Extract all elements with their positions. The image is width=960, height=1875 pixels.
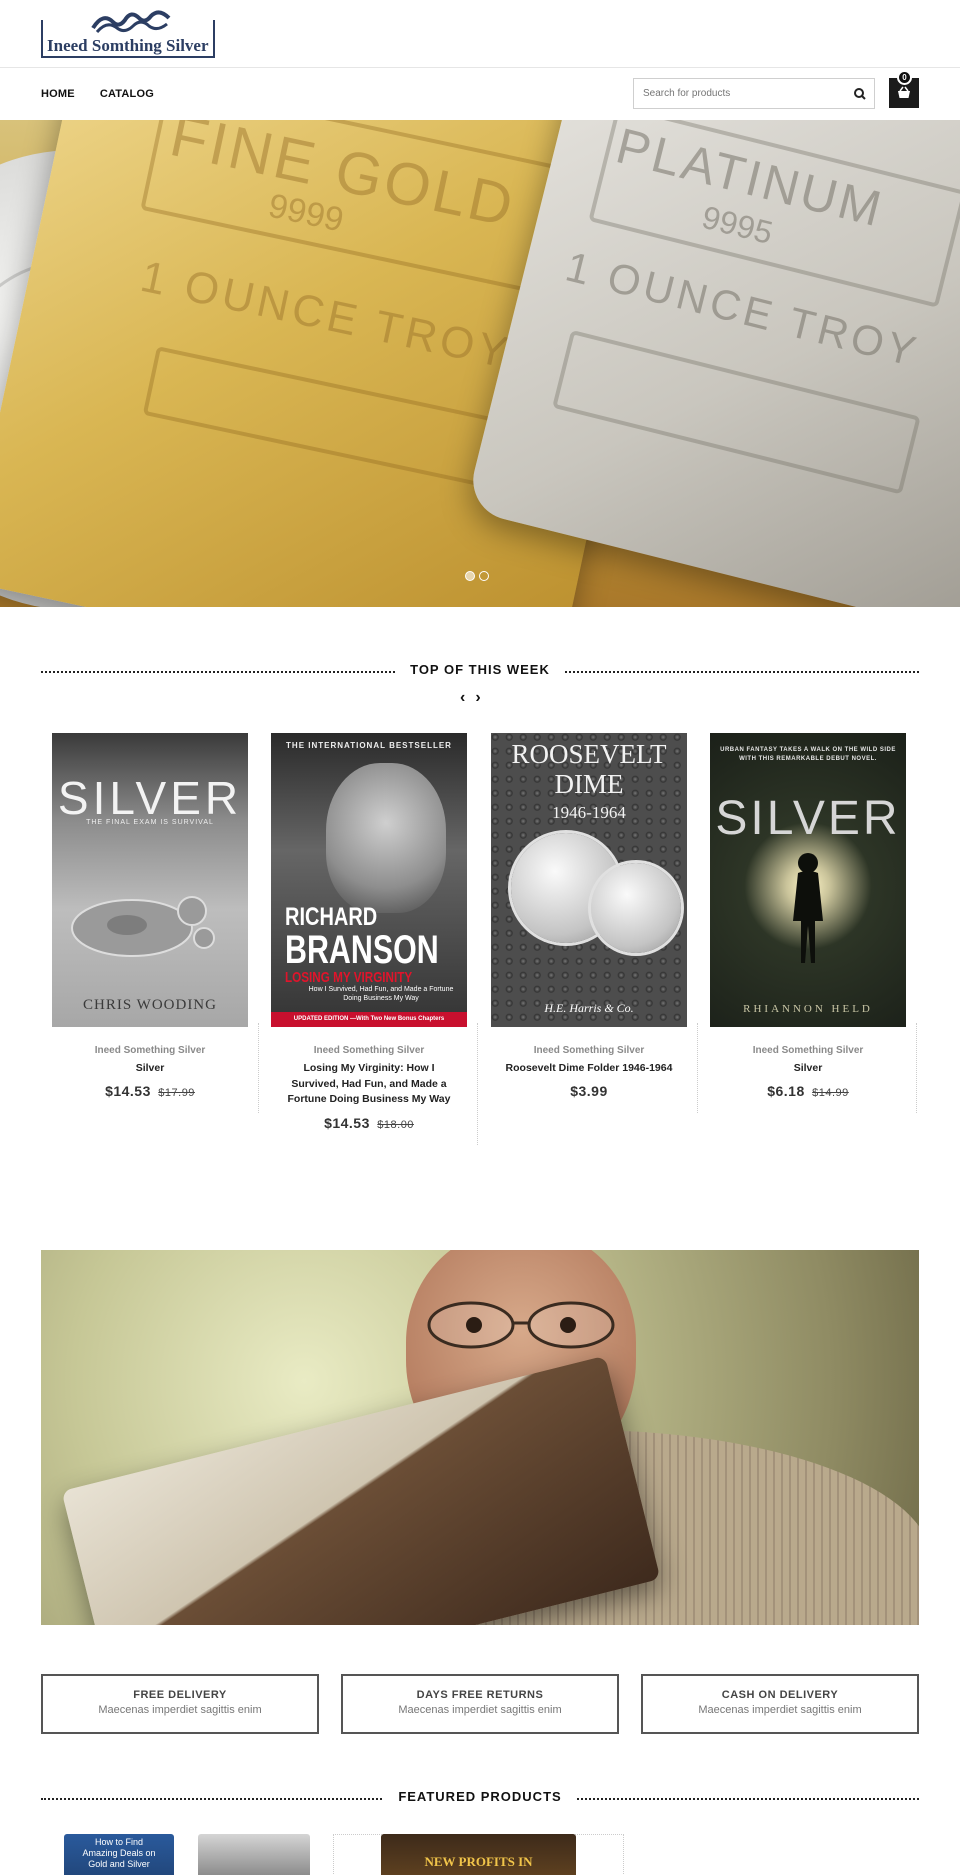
- product-vendor: Ineed Something Silver: [94, 1045, 206, 1056]
- skull-puddle-image: [71, 896, 215, 957]
- cover-portrait: [326, 763, 446, 913]
- product-name[interactable]: Silver: [721, 1061, 895, 1077]
- slider-dot-1[interactable]: [465, 571, 475, 581]
- cover-title2: DIME: [554, 769, 624, 799]
- feature-text: Maecenas imperdiet sagittis enim: [98, 1704, 262, 1716]
- cover-author: CHRIS WOODING: [83, 997, 217, 1013]
- slider-dots: [465, 571, 489, 581]
- next-arrow-icon[interactable]: ›: [475, 689, 480, 707]
- cover-top-text: URBAN FANTASY TAKES A WALK ON THE WILD S…: [720, 747, 896, 762]
- product-price: $3.99: [480, 1083, 698, 1099]
- product-name[interactable]: Silver: [63, 1061, 237, 1077]
- search-input[interactable]: [634, 79, 839, 108]
- product-image[interactable]: THE INTERNATIONAL BESTSELLER RICHARD BRA…: [271, 733, 467, 1027]
- price-current: $3.99: [570, 1083, 608, 1099]
- cover-subtitle: How I Survived, Had Fun, and Made a Fort…: [308, 986, 454, 1002]
- product-image[interactable]: ROOSEVELT DIME 1946-1964 H.E. Harris & C…: [491, 733, 687, 1027]
- cover-brand: H.E. Harris & Co.: [544, 1001, 634, 1015]
- featured-thumb-text: NEW PROFITS IN: [424, 1854, 533, 1869]
- price-compare: $17.99: [158, 1087, 195, 1099]
- top-week-title: TOP OF THIS WEEK: [396, 662, 564, 677]
- cover-title: SILVER: [57, 772, 243, 824]
- product-vendor: Ineed Something Silver: [533, 1045, 645, 1056]
- featured-title: FEATURED PRODUCTS: [384, 1789, 576, 1804]
- card-divider: [916, 1023, 917, 1113]
- product-name[interactable]: Losing My Virginity: How I Survived, Had…: [282, 1061, 456, 1108]
- product-image[interactable]: SILVER THE FINAL EXAM IS SURVIVAL CHRIS …: [52, 733, 248, 1027]
- open-book-image: [61, 1355, 661, 1625]
- cover-top-text: THE INTERNATIONAL BESTSELLER: [286, 741, 452, 750]
- featured-heading: FEATURED PRODUCTS: [41, 1789, 919, 1809]
- search-icon[interactable]: [852, 86, 868, 102]
- nav-home[interactable]: HOME: [41, 88, 75, 100]
- silhouette-image: [793, 853, 823, 963]
- cart-button[interactable]: 0: [889, 70, 919, 108]
- promo-banner-image[interactable]: [41, 1250, 919, 1625]
- product-vendor: Ineed Something Silver: [313, 1045, 425, 1056]
- glasses-image: [427, 1301, 615, 1349]
- feature-box: DAYS FREE RETURNS Maecenas imperdiet sag…: [341, 1674, 619, 1734]
- feature-title: DAYS FREE RETURNS: [416, 1689, 544, 1701]
- logo-text: Ineed Somthing Silver: [47, 36, 209, 55]
- main-nav: HOME CATALOG: [41, 88, 154, 100]
- cover-years: 1946-1964: [552, 803, 626, 822]
- featured-product-image[interactable]: [198, 1834, 310, 1875]
- nav-catalog[interactable]: CATALOG: [100, 88, 154, 100]
- feature-title: FREE DELIVERY: [133, 1689, 227, 1701]
- card-divider: [697, 1023, 698, 1113]
- cover-subtitle: THE FINAL EXAM IS SURVIVAL: [86, 819, 214, 826]
- price-current: $14.53: [105, 1083, 151, 1099]
- price-current: $14.53: [324, 1115, 370, 1131]
- dime-coin-reverse-image: [591, 863, 681, 953]
- product-image[interactable]: URBAN FANTASY TAKES A WALK ON THE WILD S…: [710, 733, 906, 1027]
- cart-count-badge: 0: [897, 70, 912, 85]
- price-current: $6.18: [767, 1083, 805, 1099]
- feature-box: CASH ON DELIVERY Maecenas imperdiet sagi…: [641, 1674, 919, 1734]
- product-vendor: Ineed Something Silver: [752, 1045, 864, 1056]
- page: { "header": { "logo_text": "Ineed Somthi…: [0, 0, 960, 1875]
- prev-arrow-icon[interactable]: ‹: [460, 689, 465, 707]
- product-price: $14.53 $17.99: [41, 1083, 259, 1099]
- product-name[interactable]: Roosevelt Dime Folder 1946-1964: [502, 1061, 676, 1077]
- feature-text: Maecenas imperdiet sagittis enim: [398, 1704, 562, 1716]
- feature-box: FREE DELIVERY Maecenas imperdiet sagitti…: [41, 1674, 319, 1734]
- store-logo[interactable]: Ineed Somthing Silver: [41, 8, 215, 62]
- feature-title: CASH ON DELIVERY: [721, 1689, 839, 1701]
- carousel-arrows: ‹ ›: [460, 689, 481, 707]
- cover-edition: UPDATED EDITION —With Two New Bonus Chap…: [271, 1012, 467, 1027]
- hero-slider[interactable]: FINE GOLD 9999 1 OUNCE TROY PLATINUM 999…: [0, 120, 960, 607]
- card-divider: [258, 1023, 259, 1113]
- featured-thumb-text: How to Find Amazing Deals on Gold and Si…: [82, 1837, 156, 1869]
- featured-product-image[interactable]: NEW PROFITS IN: [381, 1834, 576, 1875]
- cover-title: LOSING MY VIRGINITY: [285, 969, 413, 986]
- cover-title1: ROOSEVELT: [511, 739, 667, 769]
- product-price: $6.18 $14.99: [699, 1083, 917, 1099]
- price-compare: $18.00: [377, 1119, 414, 1131]
- top-week-heading: TOP OF THIS WEEK: [41, 662, 919, 682]
- featured-product-image[interactable]: How to Find Amazing Deals on Gold and Si…: [64, 1834, 174, 1875]
- product-price: $14.53 $18.00: [260, 1115, 478, 1131]
- price-compare: $14.99: [812, 1087, 849, 1099]
- header-divider: [0, 67, 960, 68]
- slider-dot-2[interactable]: [479, 571, 489, 581]
- search-form: [633, 78, 875, 109]
- feature-text: Maecenas imperdiet sagittis enim: [698, 1704, 862, 1716]
- cover-title: SILVER: [715, 792, 901, 845]
- cover-author: RHIANNON HELD: [743, 1003, 873, 1015]
- cover-author2: BRANSON: [285, 928, 439, 972]
